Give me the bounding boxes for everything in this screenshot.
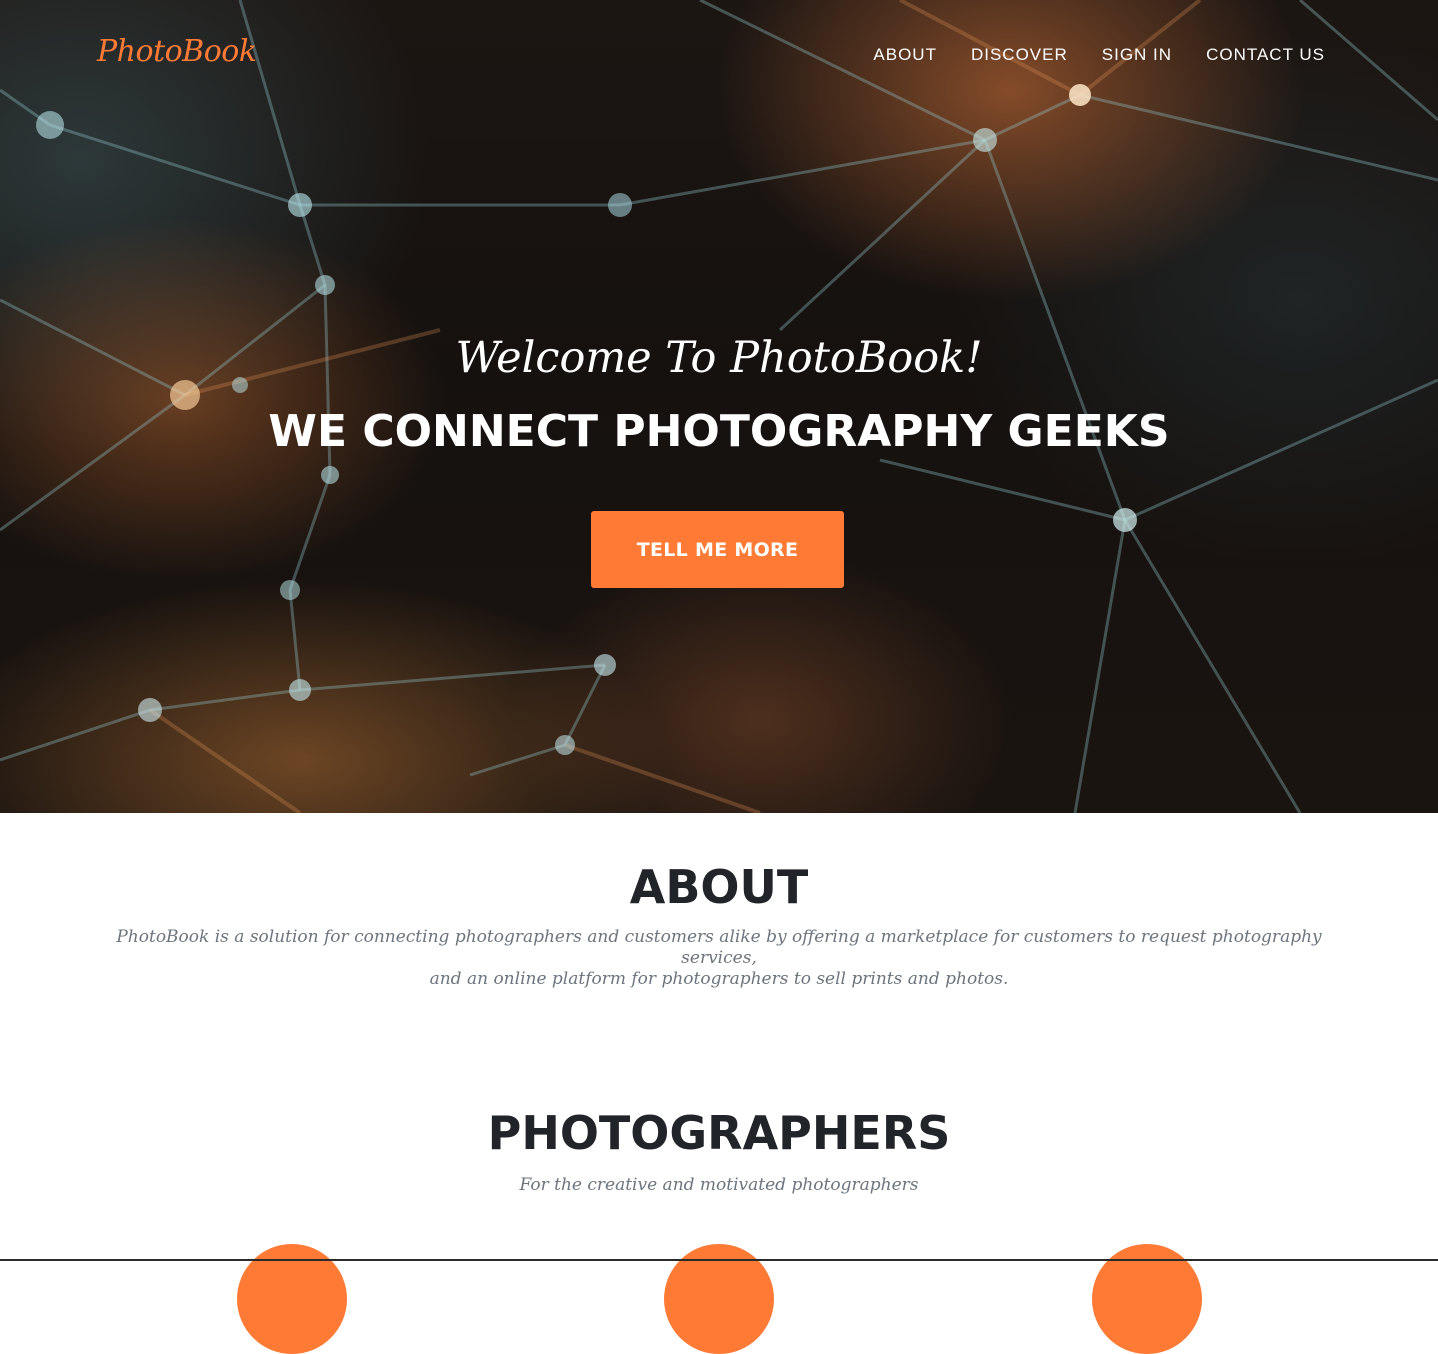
hero-tagline: WE CONNECT PHOTOGRAPHY GEEKS (268, 406, 1170, 457)
nav-link-about[interactable]: ABOUT (873, 45, 937, 65)
photographers-section: PHOTOGRAPHERS For the creative and motiv… (0, 1103, 1438, 1195)
hero-welcome: Welcome To PhotoBook! (455, 333, 983, 383)
main-nav: ABOUT DISCOVER SIGN IN CONTACT US (873, 45, 1325, 65)
nav-link-discover[interactable]: DISCOVER (971, 45, 1068, 65)
brand-logo[interactable]: PhotoBook (97, 34, 257, 69)
photographers-title: PHOTOGRAPHERS (487, 1106, 951, 1160)
nav-link-contact-us[interactable]: CONTACT US (1206, 45, 1325, 65)
tell-me-more-button[interactable]: TELL ME MORE (591, 511, 844, 588)
about-description: PhotoBook is a solution for connecting p… (89, 927, 1349, 990)
hero-section: PhotoBook ABOUT DISCOVER SIGN IN CONTACT… (0, 0, 1438, 813)
about-section: ABOUT PhotoBook is a solution for connec… (0, 813, 1438, 990)
about-description-line-2: and an online platform for photographers… (429, 969, 1009, 989)
hero-content: Welcome To PhotoBook! WE CONNECT PHOTOGR… (0, 330, 1438, 460)
photographers-subtitle: For the creative and motivated photograp… (519, 1175, 919, 1195)
nav-link-sign-in[interactable]: SIGN IN (1102, 45, 1172, 65)
about-title: ABOUT (629, 860, 809, 914)
about-description-line-1: PhotoBook is a solution for connecting p… (116, 927, 1322, 968)
